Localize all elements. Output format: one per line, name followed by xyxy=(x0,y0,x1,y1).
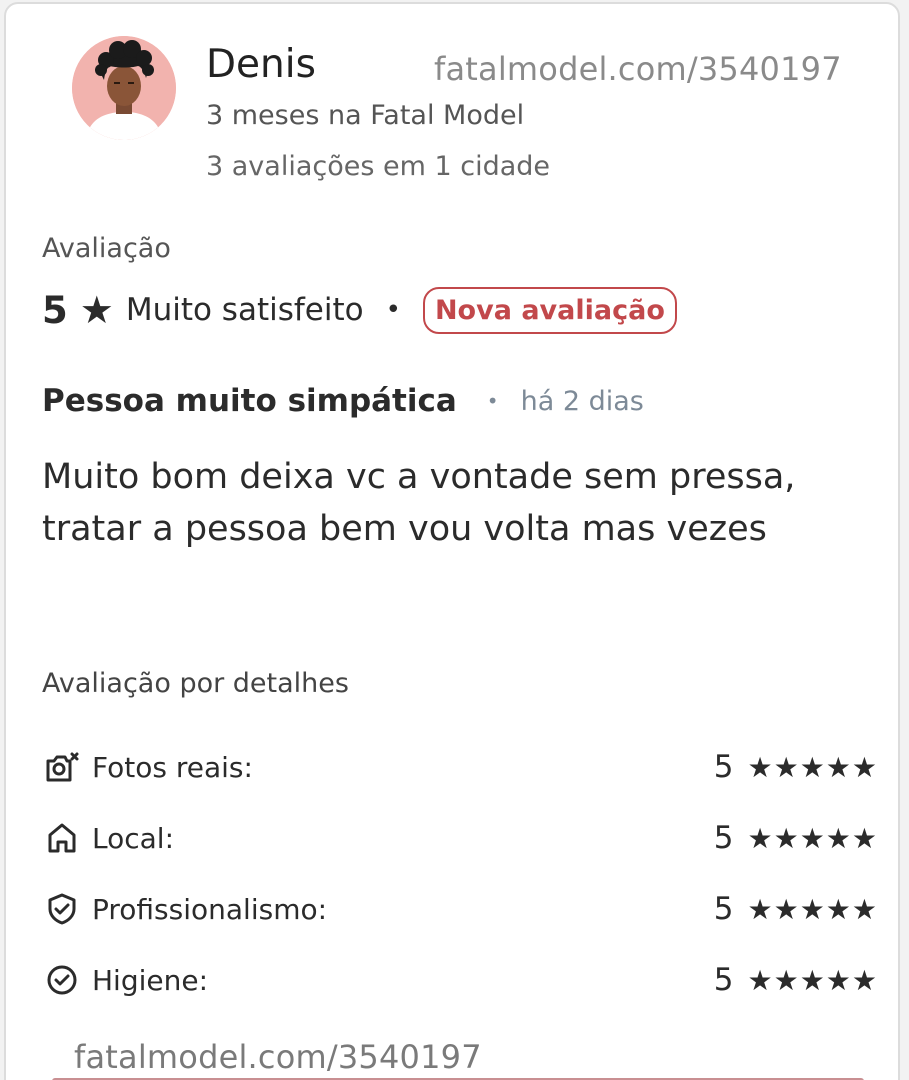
detail-stars: ★★★★★ xyxy=(747,892,878,926)
rating-label: Avaliação xyxy=(42,233,171,264)
review-date: há 2 dias xyxy=(520,385,644,417)
detail-label: Local: xyxy=(92,821,175,855)
review-card: Denis fatalmodel.com/3540197 3 meses na … xyxy=(4,2,900,1080)
separator-dot: • xyxy=(385,295,401,325)
detail-row-fotos-reais: Fotos reais: 5 ★★★★★ xyxy=(42,742,878,792)
rating-summary: 5 ★ Muito satisfeito • Nova avaliação xyxy=(42,284,677,336)
detail-label: Profissionalismo: xyxy=(92,892,328,926)
review-body: Muito bom deixa vc a vontade sem pressa,… xyxy=(42,457,796,549)
rating-score: 5 xyxy=(42,288,68,332)
detail-label: Fotos reais: xyxy=(92,750,253,784)
star-icon: ★ xyxy=(79,288,114,332)
detail-row-higiene: Higiene: 5 ★★★★★ xyxy=(42,955,878,1005)
review-count: 3 avaliações em 1 cidade xyxy=(206,151,551,182)
member-since: 3 meses na Fatal Model xyxy=(206,100,525,131)
rating-text: Muito satisfeito xyxy=(125,292,364,328)
detail-score: 5 xyxy=(713,962,734,998)
detail-label: Higiene: xyxy=(92,963,209,997)
user-avatar-illustration xyxy=(72,36,176,140)
detail-score: 5 xyxy=(713,820,734,856)
detail-score: 5 xyxy=(713,749,734,785)
detail-stars: ★★★★★ xyxy=(747,750,878,784)
detail-score: 5 xyxy=(713,891,734,927)
avatar xyxy=(72,36,176,140)
home-icon xyxy=(44,820,80,856)
camera-icon xyxy=(44,749,80,785)
user-name[interactable]: Denis xyxy=(206,42,316,87)
detail-stars: ★★★★★ xyxy=(747,821,878,855)
shield-check-icon xyxy=(44,891,80,927)
watermark-bottom: fatalmodel.com/3540197 xyxy=(74,1038,482,1076)
details-heading: Avaliação por detalhes xyxy=(42,668,349,699)
detail-stars: ★★★★★ xyxy=(747,963,878,997)
separator-dot: • xyxy=(486,389,499,413)
review-title: Pessoa muito simpática xyxy=(42,383,457,419)
new-review-badge: Nova avaliação xyxy=(422,286,677,334)
detail-row-local: Local: 5 ★★★★★ xyxy=(42,813,878,863)
check-circle-icon xyxy=(44,962,80,998)
review-header: Pessoa muito simpática • há 2 dias xyxy=(42,377,644,425)
detail-row-profissionalismo: Profissionalismo: 5 ★★★★★ xyxy=(42,884,878,934)
watermark-top: fatalmodel.com/3540197 xyxy=(434,50,842,88)
